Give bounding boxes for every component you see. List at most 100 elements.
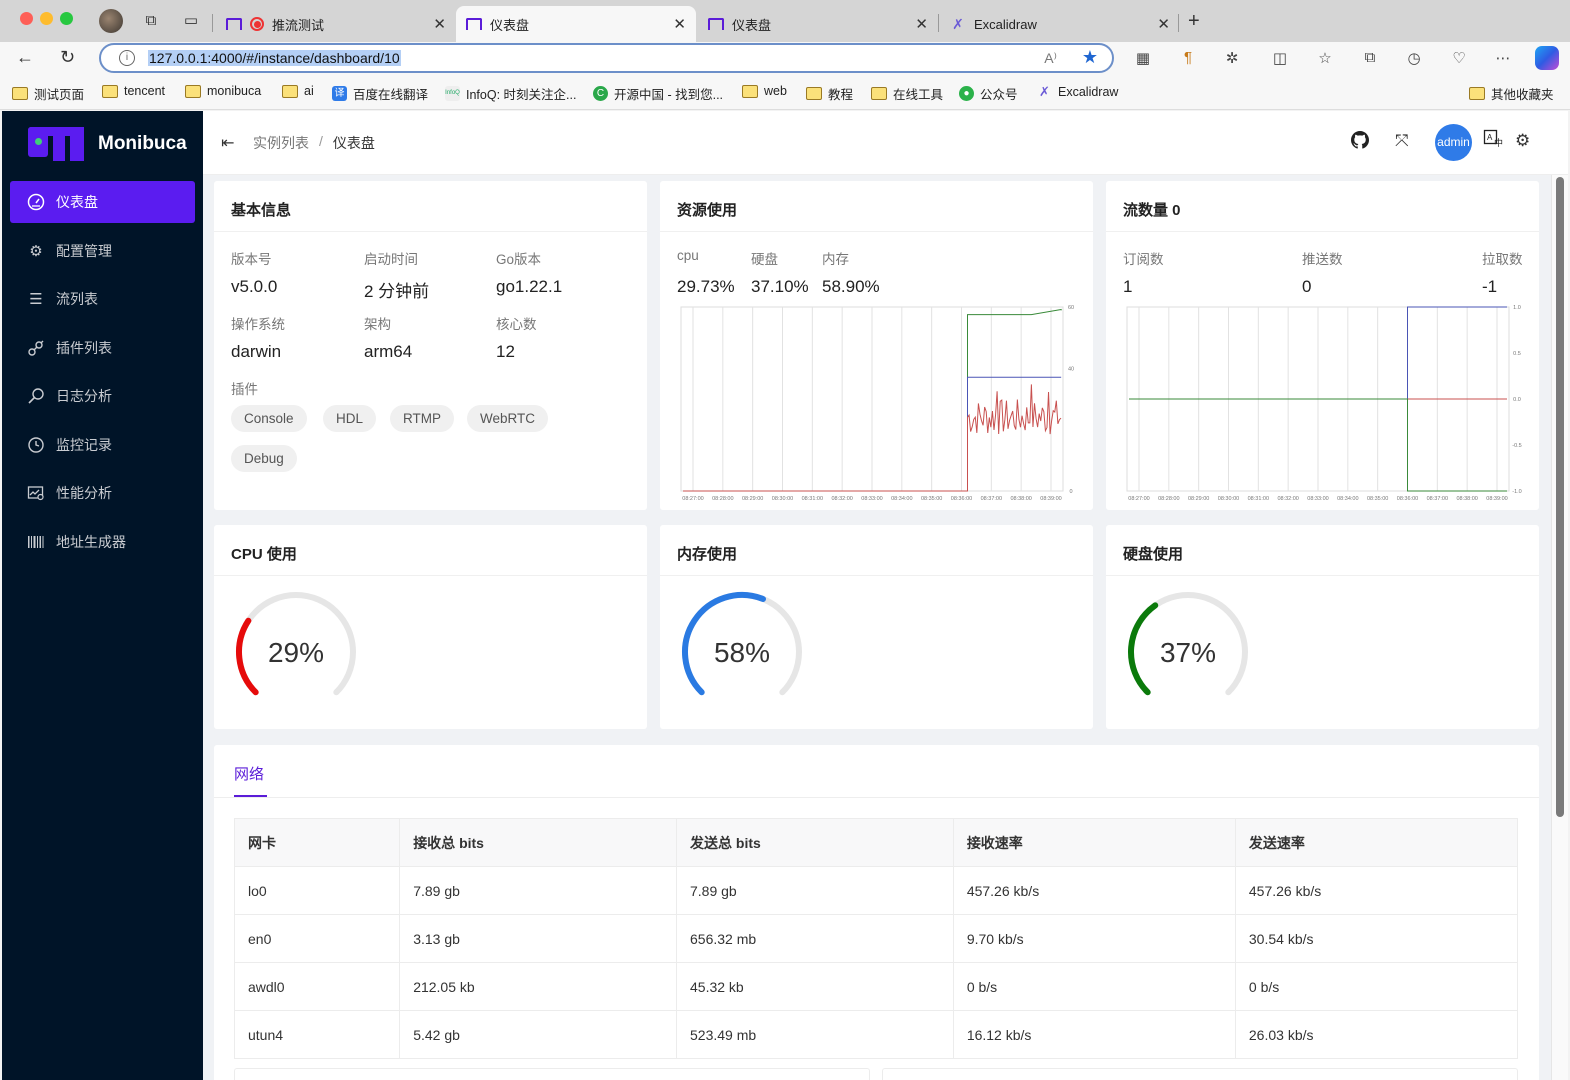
- plugin-tag[interactable]: WebRTC: [467, 405, 549, 432]
- window-close-button[interactable]: [20, 12, 33, 25]
- top-header: ⇤ 实例列表 / 仪表盘 ⤧ admin A中 ⚙: [203, 111, 1568, 175]
- language-switch-icon[interactable]: A中: [1483, 129, 1503, 154]
- table-cell: 0 b/s: [952, 962, 1236, 1011]
- x-tick-label: 08:32:00: [831, 496, 852, 502]
- x-tick-label: 08:34:00: [891, 496, 912, 502]
- log-search-icon: [27, 387, 45, 405]
- collections-icon[interactable]: ⧉: [1360, 49, 1380, 66]
- svg-text:中: 中: [1494, 137, 1503, 148]
- column-header: 接收总 bits: [399, 818, 677, 867]
- bookmark-item[interactable]: ai: [282, 84, 314, 98]
- bookmark-item[interactable]: tencent: [102, 84, 165, 98]
- table-cell: 523.49 mb: [676, 1010, 954, 1059]
- bookmark-item[interactable]: 测试页面: [12, 84, 84, 103]
- barcode-icon: [27, 533, 45, 551]
- x-tick-label: 08:38:00: [1010, 496, 1031, 502]
- reload-button[interactable]: ↻: [60, 47, 75, 68]
- history-icon: [27, 436, 45, 454]
- wechat-icon: ●: [959, 86, 974, 101]
- collapse-sidebar-icon[interactable]: ⇤: [221, 133, 234, 153]
- plug-icon: [27, 339, 45, 357]
- back-button[interactable]: ←: [16, 47, 34, 68]
- browser-essentials-icon[interactable]: ♡: [1449, 49, 1469, 67]
- close-tab-icon[interactable]: ✕: [915, 15, 928, 33]
- disk-value: 37.10%: [751, 277, 809, 296]
- user-avatar[interactable]: admin: [1435, 124, 1472, 161]
- pulls-value: -1: [1482, 277, 1498, 296]
- url-text[interactable]: 127.0.0.1:4000/#/instance/dashboard/10: [148, 50, 401, 66]
- favorites-icon[interactable]: ☆: [1315, 49, 1335, 67]
- close-tab-icon[interactable]: ✕: [1157, 15, 1170, 33]
- settings-gear-icon[interactable]: ⚙: [1515, 131, 1530, 151]
- plugin-tag[interactable]: Console: [231, 405, 307, 432]
- bookmark-item[interactable]: 在线工具: [871, 84, 943, 103]
- browser-tab[interactable]: 仪表盘 ✕: [698, 6, 938, 42]
- fullscreen-icon[interactable]: ⤧: [1395, 131, 1409, 151]
- os-label: 操作系统: [231, 317, 285, 332]
- bookmark-item[interactable]: 教程: [806, 84, 853, 103]
- browser-tab-active[interactable]: 仪表盘 ✕: [456, 6, 696, 42]
- tab-actions-icon[interactable]: ▭: [182, 12, 200, 30]
- plugin-tag[interactable]: RTMP: [390, 405, 455, 432]
- workspaces-icon[interactable]: ⧉: [142, 12, 160, 30]
- window-minimize-button[interactable]: [40, 12, 53, 25]
- copilot-icon[interactable]: [1535, 46, 1559, 70]
- window-maximize-button[interactable]: [60, 12, 73, 25]
- browser-tab[interactable]: 推流测试 ✕: [216, 6, 456, 42]
- sidebar: Monibuca 仪表盘 ⚙ 配置管理 ☰ 流列表 插件列表 日志分析 监控记录…: [2, 111, 203, 1080]
- breadcrumb-current: 仪表盘: [332, 135, 375, 151]
- tab-network[interactable]: 网络: [234, 763, 264, 784]
- tab-title: 推流测试: [272, 17, 325, 33]
- x-tick-label: 08:37:00: [1427, 496, 1448, 502]
- read-aloud-icon[interactable]: A⁾: [1044, 50, 1057, 67]
- site-info-icon[interactable]: i: [119, 50, 135, 66]
- memory-gauge: 58%: [682, 592, 802, 696]
- bookmark-item[interactable]: 译百度在线翻译: [332, 84, 428, 103]
- breadcrumb-instances[interactable]: 实例列表: [253, 133, 309, 153]
- sidebar-item-dashboard[interactable]: 仪表盘: [10, 181, 195, 223]
- address-bar[interactable]: i 127.0.0.1:4000/#/instance/dashboard/10…: [99, 43, 1114, 73]
- sidebar-item-monitor[interactable]: 监控记录: [10, 424, 195, 466]
- paragraph-icon[interactable]: ¶: [1178, 49, 1198, 66]
- close-tab-icon[interactable]: ✕: [673, 15, 686, 33]
- table-cell: 457.26 kb/s: [1234, 866, 1519, 915]
- other-bookmarks[interactable]: 其他收藏夹: [1469, 84, 1554, 103]
- new-tab-button[interactable]: +: [1188, 10, 1200, 33]
- memory-usage-card: 内存使用 58%: [660, 525, 1093, 729]
- extensions-icon[interactable]: ✲: [1222, 49, 1242, 67]
- favorite-star-icon[interactable]: ★: [1082, 47, 1098, 68]
- y-tick-label: 1.0: [1513, 305, 1521, 311]
- sidebar-item-streams[interactable]: ☰ 流列表: [10, 278, 195, 320]
- sidebar-item-performance[interactable]: 性能分析: [10, 472, 195, 514]
- card-title: 内存使用: [660, 525, 1093, 576]
- y-tick-label: 60: [1068, 305, 1074, 311]
- history-icon[interactable]: ◷: [1404, 49, 1424, 67]
- disk-gauge: 37%: [1128, 592, 1248, 696]
- bookmark-item[interactable]: monibuca: [185, 84, 261, 98]
- more-menu-icon[interactable]: ⋯: [1493, 49, 1513, 67]
- bookmark-item[interactable]: web: [742, 84, 787, 98]
- close-tab-icon[interactable]: ✕: [433, 15, 446, 33]
- scrollbar-thumb[interactable]: [1556, 177, 1564, 817]
- app-logo[interactable]: Monibuca: [28, 127, 187, 161]
- sidebar-item-plugins[interactable]: 插件列表: [10, 327, 195, 369]
- plugin-tag[interactable]: Debug: [231, 445, 297, 472]
- table-cell: utun4: [233, 1010, 401, 1059]
- bookmark-item[interactable]: ● 公众号: [959, 84, 1018, 103]
- bookmark-item[interactable]: C 开源中国 - 找到您...: [593, 84, 723, 103]
- bookmark-item[interactable]: InfoQ InfoQ: 时刻关注企...: [445, 84, 576, 103]
- split-screen-icon[interactable]: ◫: [1270, 49, 1290, 67]
- plugin-tag[interactable]: HDL: [323, 405, 377, 432]
- gauge-fill: [236, 617, 259, 696]
- sidebar-item-url-generator[interactable]: 地址生成器: [10, 521, 195, 563]
- sidebar-item-config[interactable]: ⚙ 配置管理: [10, 230, 195, 272]
- sidebar-item-logs[interactable]: 日志分析: [10, 375, 195, 417]
- profile-avatar[interactable]: [99, 9, 123, 33]
- bookmark-item[interactable]: ✗ Excalidraw: [1037, 84, 1118, 99]
- x-tick-label: 08:39:00: [1040, 496, 1061, 502]
- qr-code-icon[interactable]: ▦: [1133, 49, 1153, 67]
- github-icon[interactable]: [1351, 131, 1369, 154]
- page-scrollbar[interactable]: [1551, 175, 1568, 1080]
- sidebar-menu: 仪表盘 ⚙ 配置管理 ☰ 流列表 插件列表 日志分析 监控记录 性能分析 地址生…: [10, 181, 195, 569]
- browser-tab[interactable]: ✗ Excalidraw ✕: [940, 6, 1180, 42]
